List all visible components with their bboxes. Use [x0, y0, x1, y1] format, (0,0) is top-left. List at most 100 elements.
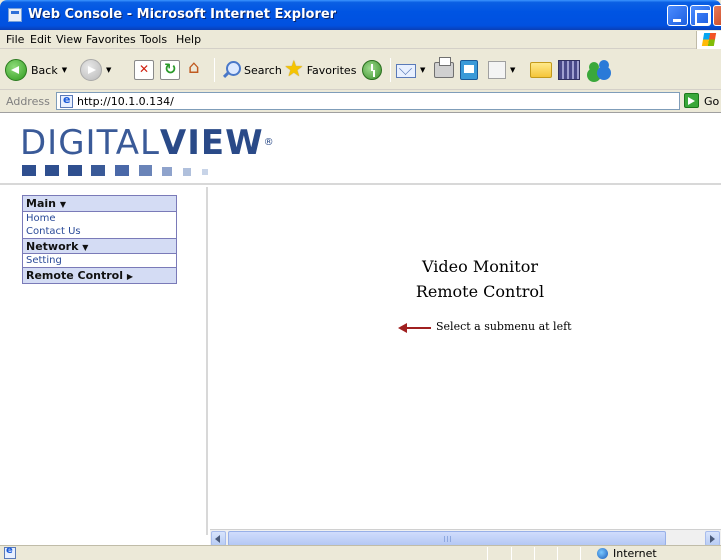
main-frame: Video Monitor Remote Control Select a su… — [210, 187, 721, 535]
minimize-button[interactable] — [667, 5, 688, 26]
refresh-icon — [160, 60, 180, 80]
ie-window-icon[interactable] — [8, 8, 22, 22]
chevron-down-icon[interactable]: ▼ — [62, 66, 67, 74]
home-icon — [186, 57, 206, 80]
discuss-button[interactable]: ▼ — [488, 57, 515, 83]
title-bar[interactable]: Web Console - Microsoft Internet Explore… — [0, 0, 721, 30]
search-button[interactable]: Search — [221, 57, 282, 83]
maximize-button[interactable] — [690, 5, 711, 26]
windows-logo-icon — [696, 31, 721, 49]
chevron-down-icon[interactable]: ▼ — [106, 66, 111, 74]
nav-group-main[interactable]: Main ▼ — [23, 196, 176, 212]
page-status-icon — [4, 545, 16, 559]
menu-tools[interactable]: Tools — [140, 33, 167, 46]
status-divider — [534, 547, 535, 560]
stop-button[interactable] — [134, 57, 154, 83]
close-button[interactable] — [713, 5, 721, 26]
nav-network-items: Setting — [23, 254, 176, 267]
mail-button[interactable]: ▼ — [396, 57, 425, 83]
discuss-icon — [488, 61, 506, 79]
nav-group-network[interactable]: Network ▼ — [23, 238, 176, 254]
logo-registered-mark: ® — [263, 137, 275, 148]
scroll-left-button[interactable] — [211, 531, 226, 546]
forward-arrow-icon — [80, 59, 102, 81]
folder-button[interactable] — [530, 57, 552, 83]
status-divider — [557, 547, 558, 560]
internet-zone-icon — [597, 548, 608, 559]
left-nav-frame: Main ▼ Home Contact Us Network ▼ Setting… — [0, 187, 208, 535]
messenger-icon — [588, 60, 612, 80]
menu-favorites[interactable]: Favorites — [86, 33, 136, 46]
left-arrow-shaft — [405, 327, 431, 329]
chevron-down-icon: ▼ — [82, 243, 89, 252]
back-label: Back — [31, 63, 58, 77]
page-icon — [60, 93, 73, 108]
menu-view[interactable]: View — [56, 33, 82, 46]
status-bar: Internet — [0, 545, 721, 560]
address-bar: Address http://10.1.0.134/ Go — [0, 91, 721, 111]
nav-item-home[interactable]: Home — [23, 212, 176, 225]
folder-icon — [530, 62, 552, 78]
digitalview-logo: DIGITALVIEW® — [20, 125, 275, 161]
window-title: Web Console - Microsoft Internet Explore… — [28, 7, 337, 22]
research-button[interactable] — [558, 57, 580, 83]
back-arrow-icon — [5, 59, 27, 81]
security-zone-label: Internet — [613, 547, 657, 560]
history-button[interactable] — [362, 57, 382, 83]
logo-square — [202, 169, 208, 175]
logo-square — [162, 167, 172, 176]
chevron-right-icon: ▶ — [126, 272, 133, 281]
edit-button[interactable] — [460, 57, 478, 83]
print-button[interactable] — [434, 57, 454, 83]
nav-item-setting[interactable]: Setting — [23, 254, 176, 267]
logo-square — [68, 165, 82, 176]
menu-edit[interactable]: Edit — [30, 33, 51, 46]
star-icon: ★ — [284, 57, 304, 82]
chevron-down-icon: ▼ — [59, 200, 66, 209]
toolbar-separator — [214, 58, 215, 82]
favorites-button[interactable]: ★ Favorites — [284, 57, 356, 83]
address-input[interactable]: http://10.1.0.134/ — [56, 92, 680, 110]
page-title-line1: Video Monitor — [422, 257, 538, 276]
scroll-thumb[interactable] — [228, 531, 666, 546]
back-button[interactable]: Back ▼ — [5, 57, 67, 83]
nav-group-remote-control[interactable]: Remote Control ▶ — [23, 267, 176, 283]
logo-text-digital: DIGITAL — [20, 123, 160, 163]
print-icon — [434, 57, 454, 78]
scroll-right-button[interactable] — [705, 531, 720, 546]
menu-bar: File Edit View Favorites Tools Help — [0, 30, 721, 49]
logo-square — [115, 165, 129, 176]
search-icon — [221, 60, 241, 80]
browser-window: Web Console - Microsoft Internet Explore… — [0, 0, 721, 560]
messenger-button[interactable] — [588, 57, 612, 83]
logo-square — [91, 165, 105, 176]
chevron-down-icon[interactable]: ▼ — [510, 66, 515, 74]
favorites-label: Favorites — [306, 63, 357, 77]
page-title-line2: Remote Control — [415, 282, 545, 301]
nav-group-network-label: Network — [26, 240, 79, 253]
search-label: Search — [244, 63, 282, 77]
status-divider — [511, 547, 512, 560]
scroll-grip — [444, 536, 452, 542]
logo-square — [22, 165, 36, 176]
nav-menu: Main ▼ Home Contact Us Network ▼ Setting… — [22, 195, 177, 284]
horizontal-scrollbar[interactable] — [210, 529, 721, 546]
go-icon[interactable] — [684, 93, 699, 108]
mail-icon — [396, 64, 416, 78]
chevron-down-icon[interactable]: ▼ — [420, 66, 425, 74]
stop-icon — [134, 60, 154, 80]
refresh-button[interactable] — [160, 57, 180, 83]
submenu-hint: Select a submenu at left — [436, 320, 572, 333]
nav-group-main-label: Main — [26, 197, 56, 210]
forward-button[interactable]: ▼ — [80, 57, 111, 83]
menu-help[interactable]: Help — [176, 33, 201, 46]
standard-toolbar: Back ▼ ▼ Search ★ Favorites — [0, 50, 721, 90]
go-button[interactable]: Go — [704, 95, 719, 108]
nav-main-items: Home Contact Us — [23, 212, 176, 238]
menu-file[interactable]: File — [6, 33, 24, 46]
logo-square — [183, 168, 191, 176]
nav-item-contact-us[interactable]: Contact Us — [23, 225, 176, 238]
address-url[interactable]: http://10.1.0.134/ — [77, 95, 174, 108]
toolbar-separator — [390, 58, 391, 82]
home-button[interactable] — [186, 57, 206, 83]
